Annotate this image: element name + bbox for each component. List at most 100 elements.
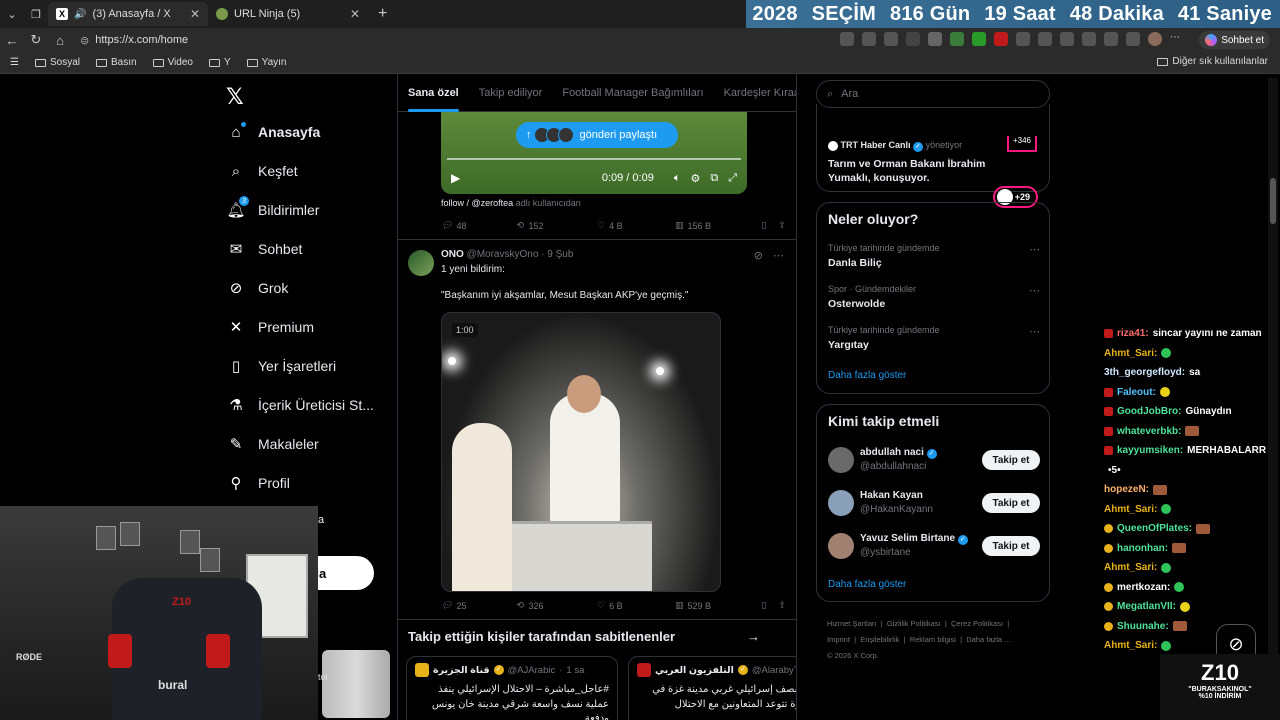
reply-button[interactable]: 💬︎ 25 [441,600,517,611]
tab-list-chevron-icon[interactable]: ⌄ [0,2,24,26]
extension-icon[interactable] [972,32,986,46]
shared-post-pill[interactable]: ↑ gönderi paylaştı [516,122,678,148]
author-name[interactable]: ONO [441,249,464,260]
bookmark-folder-video[interactable]: Video [152,57,193,68]
pip-icon[interactable]: ⧉ [710,172,718,185]
tab-for-you[interactable]: Sana özel [408,87,459,112]
more-icon[interactable]: ⋯ [773,249,784,262]
search-input[interactable]: ⌕ Ara [816,80,1050,108]
tab-kardesler[interactable]: Kardeşler Kıraath [724,87,796,99]
grok-icon[interactable]: ⊘ [754,249,763,262]
tab-url-ninja[interactable]: URL Ninja (5) ✕ [208,2,368,26]
post2-video[interactable]: 1:00 [441,312,721,592]
nav-profile[interactable]: ⚲ Profil [228,475,290,492]
video-progress-bar[interactable] [447,158,741,160]
share-icon[interactable]: ⇧ [778,220,786,231]
more-icon[interactable]: ⋯ [1029,325,1040,338]
tab-x-home[interactable]: X 🔊 (3) Anasayfa / X ✕ [48,2,208,26]
post1-video[interactable]: ↑ gönderi paylaştı ▶ 0:09 / 0:09 🔈︎ ⚙ ⧉ … [441,112,747,194]
extension-icon[interactable] [928,32,942,46]
nav-premium[interactable]: ✕ Premium [228,319,314,336]
repost-button[interactable]: ⟲ 152 [517,220,597,231]
bookmark-icon[interactable]: ▯ [762,220,767,231]
extension-icon[interactable] [1060,32,1074,46]
new-tab-icon[interactable]: + [368,5,397,23]
more-icon[interactable]: ⋯ [1029,284,1040,297]
pinned-card[interactable]: التلفزيون العربي ✓ @AlarabyTV شهداء بقصف… [628,656,796,720]
bookmark-folder-basin[interactable]: Basın [95,57,137,68]
views-button[interactable]: ▥ 529 B [675,600,759,611]
post-date[interactable]: 9 Şub [547,249,573,260]
back-icon[interactable]: ← [0,33,24,48]
split-screen-icon[interactable] [1038,32,1052,46]
refresh-icon[interactable]: ↻ [24,32,48,48]
nav-grok[interactable]: ⊘ Grok [228,280,289,297]
nav-notifications[interactable]: 🔔︎ 3 Bildirimler [226,196,319,219]
bookmark-icon[interactable]: ▯ [762,600,767,611]
avatar[interactable] [408,250,434,276]
bookmark-folder-sosyal[interactable]: Sosyal [34,57,80,68]
nav-articles[interactable]: ✎ Makaleler [228,436,319,453]
volume-icon[interactable]: 🔈︎ [674,172,681,185]
author-handle[interactable]: @MoravskyOno [467,249,539,260]
page-scrollbar[interactable] [1268,78,1278,718]
repost-button[interactable]: ⟲ 326 [517,600,597,611]
play-icon[interactable]: ▶ [451,171,460,185]
more-icon[interactable]: ⋯ [1170,32,1184,46]
settings-gear-icon[interactable]: ⚙ [690,172,700,185]
x-logo-icon[interactable]: 𝕏 [226,84,244,110]
extension-icon[interactable] [840,32,854,46]
favorites-icon[interactable] [1082,32,1096,46]
follow-button[interactable]: Takip et [982,450,1040,470]
share-icon[interactable]: ⇧ [778,600,786,611]
suggested-user[interactable]: Yavuz Selim Birtane ✓ @ysbirtane Takip e… [828,529,1040,563]
favorite-star-icon[interactable] [884,32,898,46]
close-tab-icon[interactable]: ✕ [190,7,200,21]
live-space[interactable]: TRT Haber Canlı ✓ yönetiyor Tarım ve Orm… [828,140,1040,208]
show-more-suggestions[interactable]: Daha fazla göster [828,579,906,590]
bookmark-folder-yayin[interactable]: Yayın [246,57,286,68]
trend-item[interactable]: Türkiye tarihinde gündemde Danla Biliç ⋯ [828,243,1040,269]
collections-icon[interactable] [1126,32,1140,46]
tab-football-manager[interactable]: Football Manager Bağımlıları [562,87,703,99]
nav-home[interactable]: ⌂ Anasayfa [228,122,320,141]
nav-explore[interactable]: ⌕ Keşfet [228,163,298,180]
copilot-chat-button[interactable]: Sohbet et [1199,31,1270,49]
url-field[interactable]: ⊜ https://x.com/home [74,30,834,50]
close-tab-icon[interactable]: ✕ [350,7,360,21]
views-button[interactable]: ▥ 156 B [675,220,759,231]
nav-messages[interactable]: ✉ Sohbet [228,241,303,258]
read-aloud-icon[interactable] [862,32,876,46]
trend-item[interactable]: Türkiye tarihinde gündemde Yargıtay ⋯ [828,325,1040,351]
speaker-icon[interactable]: 🔊 [74,9,86,20]
suggested-user[interactable]: abdullah naci ✓ @abdullahnaci Takip et [828,443,1040,477]
show-more-trends[interactable]: Daha fazla göster [828,370,906,381]
home-icon[interactable]: ⌂ [48,33,72,48]
site-info-icon[interactable]: ⊜ [80,34,89,47]
profile-avatar-icon[interactable] [1148,32,1162,46]
extension-icon[interactable] [1016,32,1030,46]
trend-item[interactable]: Spor · Gündemdekiler Osterwolde ⋯ [828,284,1040,310]
bookmark-folder-y[interactable]: Y [208,57,231,68]
pinned-card[interactable]: قناة الجزيرة ✓ @AJArabic · 1 sa #عاجل_مب… [406,656,618,720]
workspaces-icon[interactable]: ❐ [24,2,48,26]
like-button[interactable]: ♡ 4 B [597,220,675,231]
extension-icon[interactable] [950,32,964,46]
scroll-thumb[interactable] [1270,178,1276,224]
tab-following[interactable]: Takip ediliyor [479,87,543,99]
nav-bookmarks[interactable]: ▯ Yer İşaretleri [228,358,336,375]
nav-creator-studio[interactable]: ⚗ İçerik Üreticisi St... [228,397,374,414]
fullscreen-icon[interactable]: ⤢ [728,172,737,185]
bookmarks-menu-icon[interactable]: ☰ [10,57,19,68]
browser-essentials-icon[interactable] [1104,32,1118,46]
attribution-text[interactable]: follow / @zeroftea [441,198,513,208]
other-bookmarks[interactable]: Diğer sık kullanılanlar [1157,56,1268,67]
follow-button[interactable]: Takip et [982,493,1040,513]
extension-icon[interactable] [906,32,920,46]
arrow-right-icon[interactable]: → [747,629,760,644]
suggested-user[interactable]: Hakan Kayan @HakanKayann Takip et [828,486,1040,520]
extension-icon[interactable] [994,32,1008,46]
more-icon[interactable]: ⋯ [1029,243,1040,256]
follow-button[interactable]: Takip et [982,536,1040,556]
like-button[interactable]: ♡ 6 B [597,600,675,611]
